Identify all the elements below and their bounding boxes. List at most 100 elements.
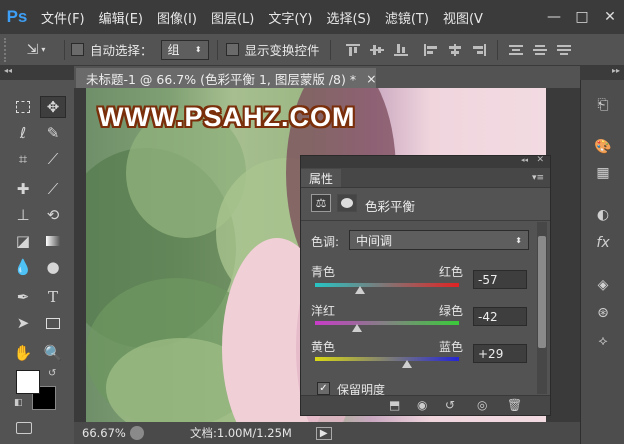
paths-panel-icon[interactable]: ⟡	[590, 330, 616, 352]
menu-select[interactable]: 选择(S)	[319, 8, 377, 27]
delete-trash-icon[interactable]: 🗑	[507, 398, 522, 412]
gradient-tool-icon[interactable]	[40, 230, 66, 252]
history-panel-icon[interactable]: ⎗	[590, 94, 616, 116]
align-vcenter-icon[interactable]	[369, 44, 384, 56]
distribute-bottom-icon[interactable]	[556, 44, 571, 56]
preserve-luminosity-checkbox[interactable]: ✓	[317, 382, 330, 395]
minimize-button[interactable]: —	[540, 0, 568, 34]
expand-arrows-icon[interactable]: ▸▸	[612, 66, 620, 75]
eyedropper-tool-icon[interactable]: ⟋	[40, 148, 66, 170]
quick-mask-icon[interactable]	[16, 422, 32, 434]
menu-image[interactable]: 图像(I)	[150, 8, 204, 27]
adjustments-panel-icon[interactable]: ◐	[590, 204, 616, 226]
healing-brush-tool-icon[interactable]: ✚	[10, 178, 36, 200]
eraser-tool-icon[interactable]: ◪	[10, 230, 36, 252]
cyan-red-slider-track[interactable]	[315, 283, 459, 287]
panel-menu-icon[interactable]: ▾≡	[532, 173, 544, 183]
pen-tool-icon[interactable]: ✒	[10, 286, 36, 308]
color-panel-icon[interactable]: 🎨	[590, 136, 616, 158]
marquee-tool-icon[interactable]	[10, 96, 36, 118]
move-tool-preset-icon[interactable]: ⇲ ▾	[14, 42, 58, 58]
tab-properties[interactable]: 属性	[301, 169, 342, 187]
dropdown-arrows-icon: ⬍	[194, 45, 202, 54]
close-document-icon[interactable]: ×	[366, 71, 376, 86]
brush-tool-icon[interactable]: ⟋	[40, 178, 66, 200]
reset-icon[interactable]: ↺	[445, 398, 455, 412]
right-dock: ⎗ 🎨 ▦ ◐ fx ◈ ⊛ ⟡	[580, 80, 624, 444]
magenta-green-value-field[interactable]: -42	[473, 307, 527, 326]
history-brush-tool-icon[interactable]: ⟲	[40, 204, 66, 226]
blur-tool-icon[interactable]: 💧	[10, 256, 36, 278]
clip-to-layer-icon[interactable]: ⬒	[389, 398, 400, 412]
close-panel-icon[interactable]: ✕	[536, 155, 544, 165]
swatches-panel-icon[interactable]: ▦	[590, 162, 616, 184]
tone-value: 中间调	[356, 233, 393, 248]
hand-tool-icon[interactable]: ✋	[10, 342, 36, 364]
type-tool-icon[interactable]: T	[40, 286, 66, 308]
status-arrow-icon[interactable]: ▶	[315, 426, 332, 440]
channels-panel-icon[interactable]: ⊛	[590, 302, 616, 324]
align-right-icon[interactable]	[472, 43, 486, 56]
collapse-arrows-icon[interactable]: ◂◂	[4, 66, 12, 75]
document-tab[interactable]: 未标题-1 @ 66.7% (色彩平衡 1, 图层蒙版 /8) * ×	[76, 68, 377, 88]
distribute-top-icon[interactable]	[508, 44, 523, 56]
crop-tool-icon[interactable]: ⌗	[10, 148, 36, 170]
properties-header: ⚖ 色彩平衡	[301, 192, 550, 216]
balance-scale-icon[interactable]: ⚖	[311, 194, 331, 212]
magenta-green-slider-track[interactable]	[315, 321, 459, 325]
quick-select-tool-icon[interactable]: ✎	[40, 122, 66, 144]
cyan-red-value-field[interactable]: -57	[473, 270, 527, 289]
slider-right-label: 绿色	[439, 304, 464, 318]
rectangle-tool-icon[interactable]	[40, 312, 66, 334]
layer-mask-icon[interactable]	[337, 194, 357, 212]
cyan-red-slider-thumb[interactable]	[354, 286, 365, 294]
menu-edit[interactable]: 编辑(E)	[92, 8, 150, 27]
distribute-vcenter-icon[interactable]	[532, 44, 547, 56]
tone-dropdown[interactable]: 中间调 ⬍	[349, 230, 529, 250]
menu-filter[interactable]: 滤镜(T)	[378, 8, 436, 27]
clone-stamp-tool-icon[interactable]: ⊥	[10, 204, 36, 226]
right-dock-header[interactable]: ▸▸	[580, 66, 624, 80]
properties-scrollbar[interactable]	[537, 222, 547, 394]
collapse-panel-icon[interactable]: ◂◂	[521, 156, 528, 164]
swap-colors-icon[interactable]: ↺	[48, 368, 56, 379]
menu-type[interactable]: 文字(Y)	[261, 8, 319, 27]
yellow-blue-slider-track[interactable]	[315, 357, 459, 361]
align-bottom-icon[interactable]	[393, 43, 408, 56]
dodge-tool-icon[interactable]: ●	[40, 256, 66, 278]
visibility-eye-icon[interactable]: ◎	[477, 398, 487, 412]
layers-panel-icon[interactable]: ◈	[590, 274, 616, 296]
status-menu-icon[interactable]	[130, 426, 144, 440]
foreground-color-swatch[interactable]	[16, 370, 40, 394]
default-colors-icon[interactable]: ◧	[14, 398, 23, 408]
lasso-tool-icon[interactable]: ℓ	[10, 122, 36, 144]
menu-layer[interactable]: 图层(L)	[204, 8, 261, 27]
auto-select-checkbox[interactable]	[71, 43, 84, 56]
menu-view[interactable]: 视图(V	[436, 8, 490, 27]
panel-title: 色彩平衡	[365, 199, 416, 214]
dropdown-arrows-icon: ⬍	[515, 235, 522, 245]
panel-drag-bar[interactable]: ◂◂ ✕	[301, 155, 550, 168]
path-select-tool-icon[interactable]: ➤	[10, 312, 36, 334]
scrollbar-thumb[interactable]	[538, 236, 546, 348]
yellow-blue-value-field[interactable]: +29	[473, 344, 527, 363]
zoom-tool-icon[interactable]: 🔍	[40, 342, 66, 364]
align-left-icon[interactable]	[423, 43, 438, 56]
align-hcenter-icon[interactable]	[448, 43, 462, 56]
show-transform-checkbox[interactable]	[225, 43, 239, 56]
move-tool-icon[interactable]: ✥	[40, 96, 66, 118]
close-window-button[interactable]: ✕	[596, 0, 624, 34]
watermark-text: WWW.PSAHZ.COM	[98, 102, 356, 132]
magenta-green-slider-thumb[interactable]	[351, 324, 362, 332]
maximize-button[interactable]: □	[568, 0, 596, 34]
auto-select-dropdown[interactable]: 组 ⬍	[160, 39, 209, 60]
app-logo: Ps	[6, 7, 28, 26]
toolbar-header[interactable]: ◂◂	[0, 66, 74, 80]
yellow-blue-slider-thumb[interactable]	[402, 360, 413, 368]
menu-file[interactable]: 文件(F)	[34, 8, 92, 27]
options-bar: ⇲ ▾ 自动选择： 组 ⬍ 显示变换控件	[0, 34, 624, 66]
styles-panel-icon[interactable]: fx	[590, 232, 616, 254]
zoom-level[interactable]: 66.67%	[74, 426, 126, 440]
align-top-icon[interactable]	[345, 43, 360, 56]
view-previous-icon[interactable]: ◉	[417, 398, 427, 412]
